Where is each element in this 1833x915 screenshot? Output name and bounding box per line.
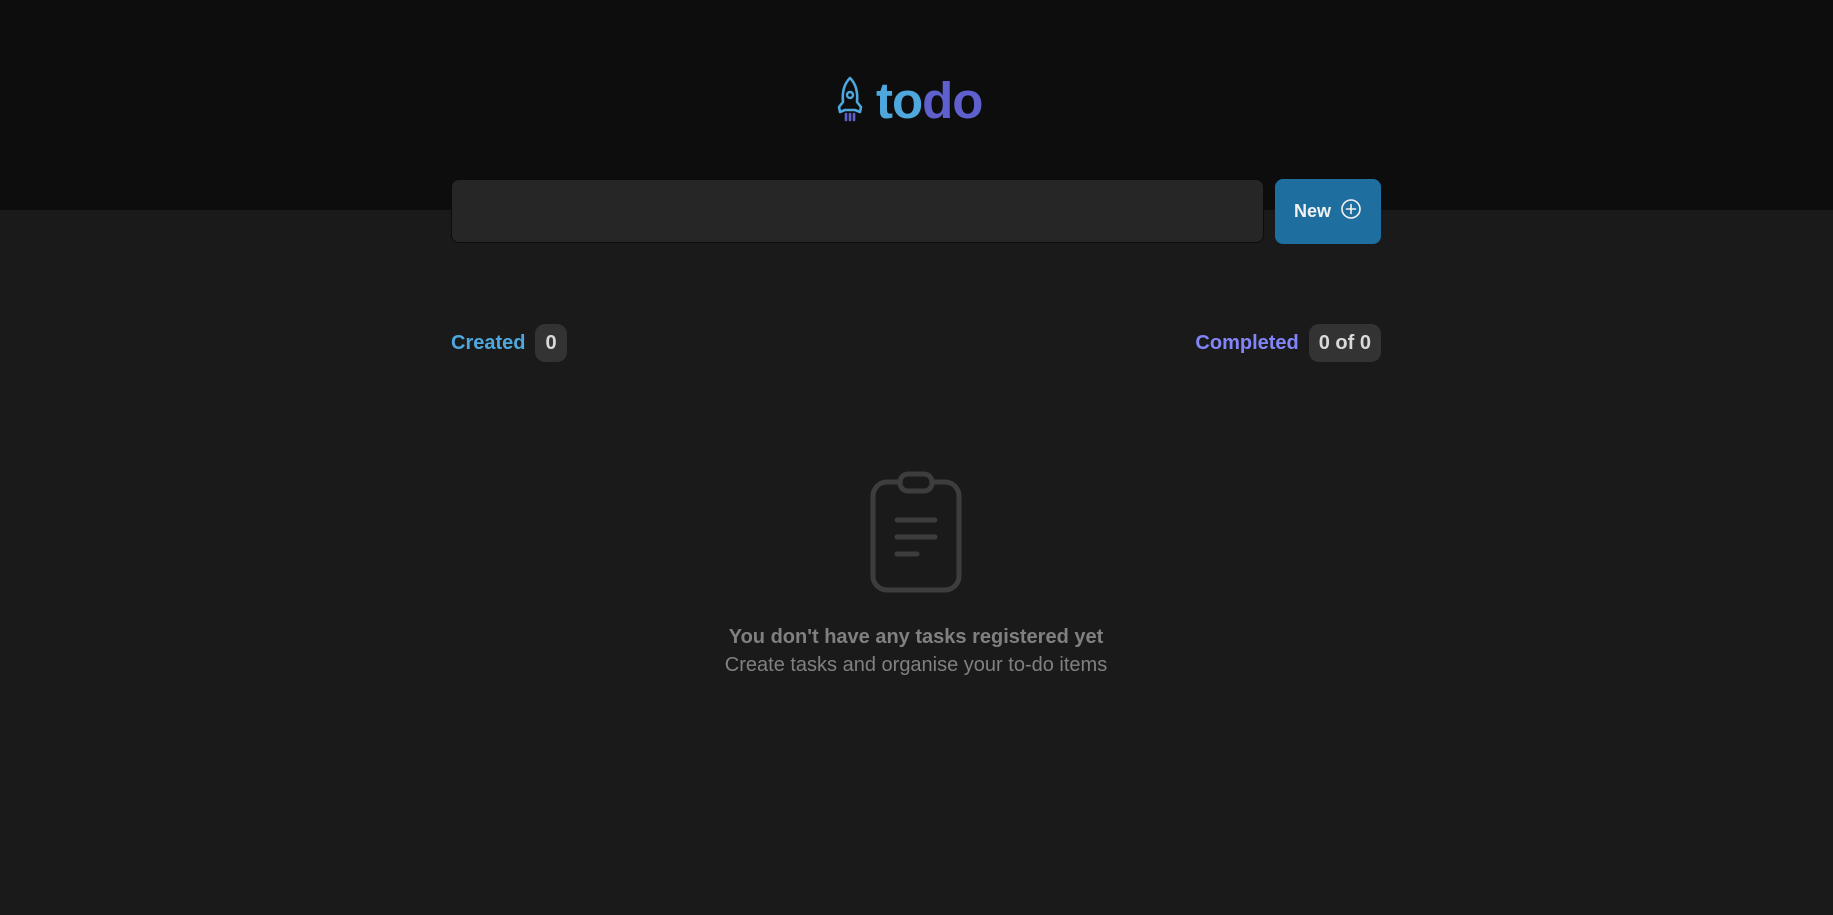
empty-state: You don't have any tasks registered yet … xyxy=(451,470,1381,679)
created-counter: Created 0 xyxy=(451,324,567,362)
app-logo: todo xyxy=(836,72,983,130)
completed-count-badge: 0 of 0 xyxy=(1308,324,1381,362)
logo-text-do: do xyxy=(922,72,983,129)
new-task-form: New xyxy=(451,179,1381,244)
rocket-icon xyxy=(836,76,864,127)
logo-text-to: to xyxy=(876,72,923,129)
created-count-badge: 0 xyxy=(535,324,567,362)
created-label: Created xyxy=(451,331,526,354)
empty-state-title: You don't have any tasks registered yet xyxy=(728,626,1104,648)
empty-state-subtitle: Create tasks and organise your to-do ite… xyxy=(724,654,1108,676)
task-input[interactable] xyxy=(451,179,1264,243)
plus-circle-icon xyxy=(1340,198,1362,225)
new-task-button[interactable]: New xyxy=(1275,179,1381,244)
new-button-label: New xyxy=(1293,201,1331,221)
logo-text: todo xyxy=(876,72,983,130)
completed-counter: Completed 0 of 0 xyxy=(1195,324,1381,362)
task-counters: Created 0 Completed 0 of 0 xyxy=(451,324,1381,362)
completed-label: Completed xyxy=(1195,331,1299,354)
clipboard-icon xyxy=(868,470,964,601)
